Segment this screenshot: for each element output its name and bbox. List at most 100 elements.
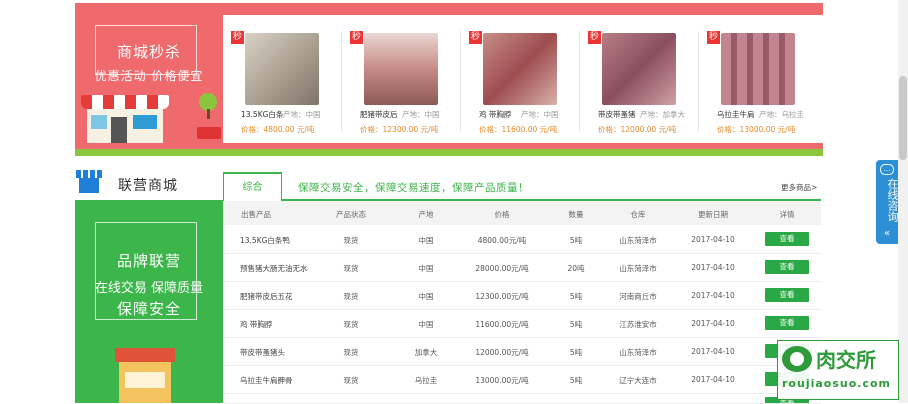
- flash-card[interactable]: 秒 带皮带蚤猪 产地：加拿大 价格：12000.00 元/吨: [580, 15, 698, 143]
- cell-product[interactable]: 13.5KG白条鸭: [240, 235, 290, 246]
- cell-origin: 中国: [418, 236, 434, 245]
- card-origin: 产地：中国: [521, 110, 559, 119]
- flash-card[interactable]: 秒 鸡 带胸脖 产地：中国 价格：11600.00 元/吨: [461, 15, 579, 143]
- cell-warehouse: 江苏淮安市: [619, 320, 657, 329]
- flash-card[interactable]: 秒 肥猪带皮后 产地：中国 价格：12300.00 元/吨: [342, 15, 460, 143]
- card-price: 价格：11600.00 元/吨: [479, 125, 558, 134]
- card-price: 价格：4800.00 元/吨: [241, 125, 315, 134]
- view-button[interactable]: 查看: [765, 260, 809, 274]
- cell-qty: 20吨: [567, 264, 585, 273]
- product-image[interactable]: [602, 33, 676, 105]
- header-price: 价格: [494, 210, 510, 219]
- cell-warehouse: 辽宁大连市: [619, 376, 657, 385]
- cell-price: 4800.00元/吨: [477, 236, 527, 245]
- view-button[interactable]: 查看: [765, 316, 809, 330]
- mall-slogan: 保障交易安全，保障交易速度，保障产品质量！: [298, 182, 529, 194]
- truck-illustration: [197, 127, 221, 139]
- online-consult-button[interactable]: … 在线咨询 «: [876, 160, 899, 244]
- cell-status: 现货: [343, 376, 359, 385]
- card-name[interactable]: 肥猪带皮后: [360, 109, 398, 120]
- consult-label: 在线咨询: [886, 178, 899, 222]
- cell-qty: 5吨: [569, 376, 583, 385]
- header-date: 更新日期: [698, 210, 728, 219]
- store-illustration: [115, 348, 175, 403]
- banner-title: 商城秒杀: [116, 43, 181, 61]
- banner-subtitle: 优惠活动 价格便宜: [94, 69, 204, 83]
- product-image[interactable]: [364, 33, 438, 105]
- cell-product[interactable]: 预售猪大肠无油无水: [240, 263, 308, 274]
- card-name[interactable]: 乌拉圭牛肩: [717, 109, 755, 120]
- product-image[interactable]: [721, 33, 795, 105]
- card-name[interactable]: 13.5KG白条: [241, 109, 283, 120]
- flash-tag: 秒: [707, 31, 720, 44]
- card-name[interactable]: 鸡 带胸脖: [479, 109, 511, 120]
- flash-sale-cards: 秒 13.5KG白条 产地：中国 价格：4800.00 元/吨 秒 肥猪带皮后 …: [223, 15, 823, 143]
- cell-date: 2017-04-10: [691, 347, 735, 356]
- cell-price: 28000.00元/吨: [475, 264, 529, 273]
- flash-tag: 秒: [588, 31, 601, 44]
- card-price: 价格：13000.00 元/吨: [717, 125, 796, 134]
- header-warehouse: 仓库: [630, 210, 646, 219]
- banner-subtitle: 在线交易 保障质量: [94, 281, 204, 296]
- banner-title-2: 保障安全: [116, 300, 181, 318]
- cell-origin: 中国: [418, 292, 434, 301]
- cell-origin: 加拿大: [414, 348, 438, 357]
- cell-status: 现货: [343, 236, 359, 245]
- flash-card[interactable]: 秒 乌拉圭牛肩 产地：乌拉圭 价格：13000.00 元/吨: [699, 15, 817, 143]
- header-qty: 数量: [568, 210, 584, 219]
- header-origin: 产地: [418, 210, 434, 219]
- flash-tag: 秒: [350, 31, 363, 44]
- cell-status: 现货: [343, 348, 359, 357]
- section-title: 联营商城: [118, 178, 178, 194]
- card-origin: 产地：加拿大: [640, 110, 685, 119]
- header-detail: 详情: [779, 210, 795, 219]
- cell-product[interactable]: 肥猪带皮后五花: [240, 291, 293, 302]
- flash-sale-section: 商城秒杀 优惠活动 价格便宜 秒 13.5KG白条 产地：中国 价格：4800.…: [75, 3, 823, 149]
- cell-origin: 中国: [418, 264, 434, 273]
- cell-price: 11600.00元/吨: [475, 320, 529, 329]
- flash-sale-banner[interactable]: 商城秒杀 优惠活动 价格便宜: [75, 3, 223, 149]
- page-scrollbar[interactable]: [898, 0, 908, 403]
- cell-status: 现货: [343, 292, 359, 301]
- cell-price: 12300.00元/吨: [475, 292, 529, 301]
- header-status: 产品状态: [336, 210, 366, 219]
- cell-price: 12000.00元/吨: [475, 348, 529, 357]
- cell-origin: 乌拉圭: [414, 376, 438, 385]
- table-row: 肥猪带皮后五花 现货 中国 12300.00元/吨 5吨 河南商丘市 2017-…: [223, 281, 821, 310]
- table-row: 预售猪大肠无油无水 现货 中国 28000.00元/吨 20吨 山东菏泽市 20…: [223, 253, 821, 282]
- card-name[interactable]: 带皮带蚤猪: [598, 109, 636, 120]
- table-row: 查看: [223, 393, 821, 404]
- card-origin: 产地：中国: [283, 110, 321, 119]
- cell-warehouse: 山东菏泽市: [619, 264, 657, 273]
- card-price: 价格：12300.00 元/吨: [360, 125, 439, 134]
- cell-status: 现货: [343, 264, 359, 273]
- cell-product[interactable]: 乌拉圭牛肩胛骨: [240, 375, 293, 386]
- cell-product[interactable]: 鸡 带胸脖: [240, 319, 272, 330]
- chevron-left-icon: «: [883, 228, 891, 239]
- view-button[interactable]: 查看: [765, 288, 809, 302]
- cell-warehouse: 河南商丘市: [619, 292, 657, 301]
- table-row: 13.5KG白条鸭 现货 中国 4800.00元/吨 5吨 山东菏泽市 2017…: [223, 225, 821, 254]
- cell-date: 2017-04-10: [691, 291, 735, 300]
- view-button[interactable]: 查看: [765, 232, 809, 246]
- flash-tag: 秒: [231, 31, 244, 44]
- flash-card[interactable]: 秒 13.5KG白条 产地：中国 价格：4800.00 元/吨: [223, 15, 341, 143]
- product-image[interactable]: [245, 33, 319, 105]
- cell-product[interactable]: 带皮带蚤猪头: [240, 347, 285, 358]
- cell-status: 现货: [343, 320, 359, 329]
- logo-icon: [782, 346, 812, 372]
- more-products-link[interactable]: 更多商品>: [781, 182, 817, 193]
- cell-date: 2017-04-10: [691, 263, 735, 272]
- watermark-name: 肉交所: [816, 348, 876, 372]
- cell-warehouse: 山东菏泽市: [619, 236, 657, 245]
- table-row: 鸡 带胸脖 现货 中国 11600.00元/吨 5吨 江苏淮安市 2017-04…: [223, 309, 821, 338]
- cell-price: 13000.00元/吨: [475, 376, 529, 385]
- tab-overview[interactable]: 综合: [223, 172, 282, 201]
- header-product: 出售产品: [241, 210, 271, 219]
- mall-banner[interactable]: 品牌联营 在线交易 保障质量 保障安全: [75, 200, 223, 403]
- table-row: 带皮带蚤猪头 现货 加拿大 12000.00元/吨 5吨 山东菏泽市 2017-…: [223, 337, 821, 366]
- product-image[interactable]: [483, 33, 557, 105]
- store-icon: [76, 170, 102, 194]
- card-origin: 产地：乌拉圭: [759, 110, 804, 119]
- scrollbar-thumb[interactable]: [899, 76, 907, 160]
